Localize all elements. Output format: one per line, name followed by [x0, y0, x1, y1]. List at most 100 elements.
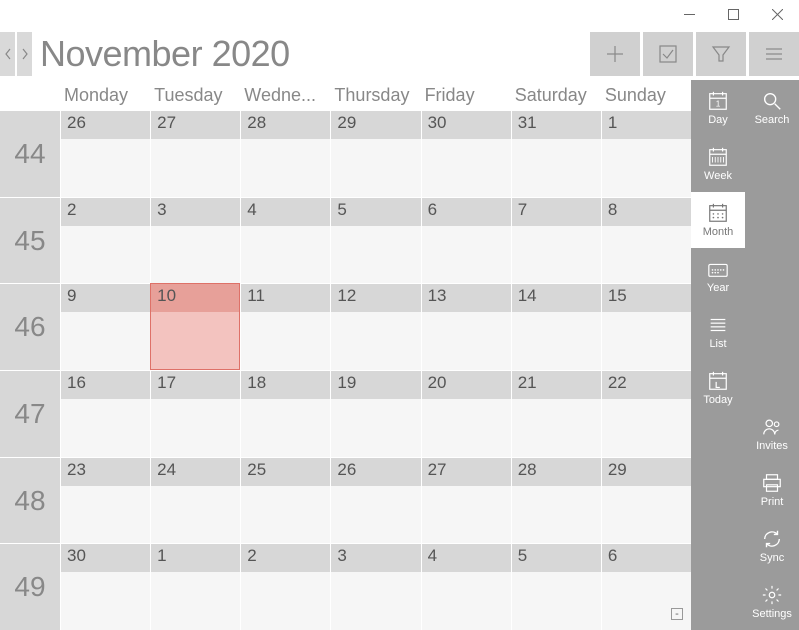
- day-number: 4: [422, 544, 511, 572]
- day-cell[interactable]: 28: [511, 457, 601, 544]
- day-cell[interactable]: 4: [421, 543, 511, 630]
- day-cell[interactable]: 10: [150, 283, 240, 370]
- day-number: 7: [512, 198, 601, 226]
- day-cell[interactable]: 30: [60, 543, 150, 630]
- day-cell[interactable]: 8: [601, 197, 691, 284]
- invites-button[interactable]: Invites: [745, 406, 799, 462]
- week-number: 49: [0, 543, 60, 630]
- day-header: Sunday: [601, 80, 691, 110]
- view-day-button[interactable]: 1Day: [691, 80, 745, 136]
- day-cell[interactable]: 20: [421, 370, 511, 457]
- close-button[interactable]: [755, 0, 799, 28]
- sidebar-label: Print: [761, 496, 784, 508]
- day-body: [151, 139, 240, 197]
- day-cell[interactable]: 6: [421, 197, 511, 284]
- sidebar-label: Week: [704, 170, 732, 182]
- collapse-icon[interactable]: -: [671, 608, 683, 620]
- day-cell[interactable]: 17: [150, 370, 240, 457]
- day-body: [61, 312, 150, 370]
- day-cell[interactable]: 23: [60, 457, 150, 544]
- prev-month-button[interactable]: [0, 32, 15, 76]
- print-button[interactable]: Print: [745, 462, 799, 518]
- view-week-button[interactable]: Week: [691, 136, 745, 192]
- day-cell[interactable]: 14: [511, 283, 601, 370]
- day-number: 21: [512, 371, 601, 399]
- day-cell[interactable]: 16: [60, 370, 150, 457]
- day-cell[interactable]: 26: [330, 457, 420, 544]
- day-cell[interactable]: 31: [511, 110, 601, 197]
- filter-button[interactable]: [696, 32, 746, 76]
- day-number: 6: [422, 198, 511, 226]
- calendar-row: 442627282930311: [0, 110, 691, 197]
- minimize-button[interactable]: [667, 0, 711, 28]
- day-number: 20: [422, 371, 511, 399]
- sync-button[interactable]: Sync: [745, 518, 799, 574]
- day-number: 6: [602, 544, 691, 572]
- day-cell[interactable]: 12: [330, 283, 420, 370]
- view-month-button[interactable]: Month: [691, 192, 745, 248]
- day-body: [241, 399, 330, 457]
- day-cell[interactable]: 3: [330, 543, 420, 630]
- sidebar-label: Year: [707, 282, 729, 294]
- day-cell[interactable]: 30: [421, 110, 511, 197]
- week-number: 47: [0, 370, 60, 457]
- sidebar-label: Month: [703, 226, 734, 238]
- day-cell[interactable]: 2: [60, 197, 150, 284]
- day-body: [241, 226, 330, 284]
- day-body: [61, 226, 150, 284]
- day-number: 26: [331, 458, 420, 486]
- day-body: [61, 139, 150, 197]
- day-cell[interactable]: 7: [511, 197, 601, 284]
- day-body: [241, 139, 330, 197]
- menu-button[interactable]: [749, 32, 799, 76]
- day-cell[interactable]: 28: [240, 110, 330, 197]
- day-body: [512, 486, 601, 544]
- maximize-button[interactable]: [711, 0, 755, 28]
- day-number: 30: [422, 111, 511, 139]
- day-cell[interactable]: 24: [150, 457, 240, 544]
- day-number: 19: [331, 371, 420, 399]
- day-body: [331, 399, 420, 457]
- next-month-button[interactable]: [17, 32, 32, 76]
- day-cell[interactable]: 3: [150, 197, 240, 284]
- day-body: [151, 312, 240, 370]
- day-cell[interactable]: 18: [240, 370, 330, 457]
- day-cell[interactable]: 21: [511, 370, 601, 457]
- day-body: [151, 399, 240, 457]
- day-cell[interactable]: 11: [240, 283, 330, 370]
- day-cell[interactable]: 29: [330, 110, 420, 197]
- goto-today-button[interactable]: Today: [691, 360, 745, 416]
- day-cell[interactable]: 27: [150, 110, 240, 197]
- day-cell[interactable]: 5: [330, 197, 420, 284]
- day-cell[interactable]: 2: [240, 543, 330, 630]
- day-number: 16: [61, 371, 150, 399]
- day-cell[interactable]: 26: [60, 110, 150, 197]
- settings-button[interactable]: Settings: [745, 574, 799, 630]
- day-cell[interactable]: 19: [330, 370, 420, 457]
- today-icon: [707, 370, 729, 394]
- day-cell[interactable]: 13: [421, 283, 511, 370]
- day-cell[interactable]: 4: [240, 197, 330, 284]
- day-cell[interactable]: 25: [240, 457, 330, 544]
- year-icon: [707, 258, 729, 282]
- checkmark-button[interactable]: [643, 32, 693, 76]
- day-cell[interactable]: 29: [601, 457, 691, 544]
- day-cell[interactable]: 1: [601, 110, 691, 197]
- day-number: 31: [512, 111, 601, 139]
- day-number: 29: [331, 111, 420, 139]
- day-cell[interactable]: 1: [150, 543, 240, 630]
- day-cell[interactable]: 5: [511, 543, 601, 630]
- day-cell[interactable]: 9: [60, 283, 150, 370]
- day-cell[interactable]: 22: [601, 370, 691, 457]
- calendar-grid: 4426272829303114523456784691011121314154…: [0, 110, 691, 630]
- day-number: 13: [422, 284, 511, 312]
- day-body: [422, 399, 511, 457]
- day-cell[interactable]: 27: [421, 457, 511, 544]
- view-list-button[interactable]: List: [691, 304, 745, 360]
- search-button[interactable]: Search: [745, 80, 799, 136]
- day-cell[interactable]: 15: [601, 283, 691, 370]
- day-body: [331, 312, 420, 370]
- add-event-button[interactable]: [590, 32, 640, 76]
- day-body: [512, 226, 601, 284]
- view-year-button[interactable]: Year: [691, 248, 745, 304]
